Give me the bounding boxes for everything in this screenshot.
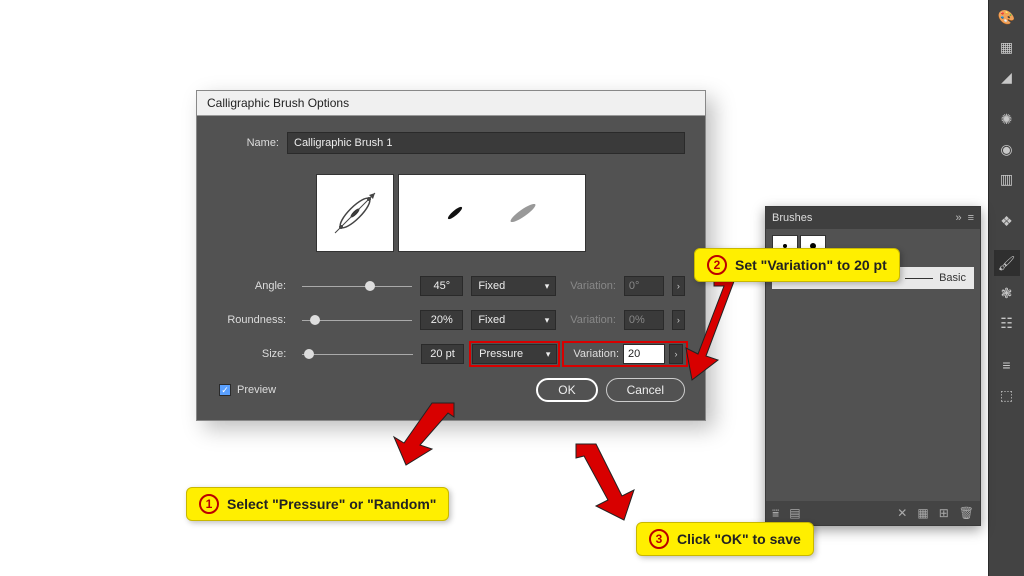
new-brush-icon[interactable]: ⊞	[939, 506, 949, 520]
panel-menu-icon[interactable]: ≡	[968, 212, 974, 224]
transform-icon[interactable]: ⬚	[994, 382, 1020, 408]
graphic-styles-icon[interactable]: ▥	[994, 166, 1020, 192]
brush-name-input[interactable]	[287, 132, 685, 154]
swatch-icon[interactable]: ▦	[994, 34, 1020, 60]
cancel-button[interactable]: Cancel	[606, 378, 685, 402]
brush-stroke-preview	[398, 174, 586, 252]
basic-stroke-icon	[905, 278, 933, 279]
name-label: Name:	[217, 137, 287, 149]
chevron-down-icon: ▾	[546, 349, 551, 360]
angle-mode-dropdown[interactable]: Fixed▾	[471, 276, 556, 296]
chevron-down-icon: ▾	[545, 315, 550, 326]
roundness-variation-stepper: ›	[672, 310, 685, 330]
gradient-icon[interactable]: ◢	[994, 64, 1020, 90]
size-variation-input[interactable]: 20	[623, 344, 665, 364]
callout-2: 2 Set "Variation" to 20 pt	[694, 248, 900, 282]
collapse-icon[interactable]: »	[955, 212, 961, 224]
angle-indicator-icon	[327, 185, 383, 241]
align-icon[interactable]: ☷	[994, 310, 1020, 336]
callout-number: 1	[199, 494, 219, 514]
angle-value[interactable]: 45°	[420, 276, 463, 296]
dialog-title: Calligraphic Brush Options	[197, 91, 705, 116]
angle-label: Angle:	[217, 280, 294, 292]
callout-text: Click "OK" to save	[677, 531, 801, 547]
stroke-sample-icon	[506, 204, 540, 222]
angle-slider[interactable]	[302, 281, 412, 291]
roundness-slider[interactable]	[302, 315, 412, 325]
app-right-toolbar: 🎨 ▦ ◢ ✺ ◉ ▥ ❖ 🖌 ❃ ☷ ≡ ⬚	[988, 0, 1024, 576]
stroke-sample-icon	[444, 206, 466, 220]
brush-basic-label: Basic	[939, 272, 966, 284]
delete-brush-icon[interactable]: 🗑	[959, 506, 974, 520]
stroke-icon[interactable]: ≡	[994, 352, 1020, 378]
brush-preview	[217, 174, 685, 252]
size-variation-stepper[interactable]: ›	[669, 344, 683, 364]
callout-text: Set "Variation" to 20 pt	[735, 257, 887, 273]
size-slider[interactable]	[302, 349, 413, 359]
libraries-icon[interactable]: ⩸	[772, 506, 779, 521]
angle-variation-label: Variation:	[570, 280, 616, 292]
callout-number: 3	[649, 529, 669, 549]
callout-1: 1 Select "Pressure" or "Random"	[186, 487, 449, 521]
color-icon[interactable]: 🎨	[994, 4, 1020, 30]
brushes-panel-title: Brushes	[772, 212, 955, 224]
callout-number: 2	[707, 255, 727, 275]
size-label: Size:	[217, 348, 294, 360]
brush-options-dialog: Calligraphic Brush Options Name:	[196, 90, 706, 421]
callout-3: 3 Click "OK" to save	[636, 522, 814, 556]
layers-icon[interactable]: ❖	[994, 208, 1020, 234]
library-menu-icon[interactable]: ▤	[789, 506, 800, 520]
angle-variation-stepper: ›	[672, 276, 685, 296]
roundness-variation-label: Variation:	[570, 314, 616, 326]
roundness-value[interactable]: 20%	[420, 310, 463, 330]
chevron-down-icon: ▾	[545, 281, 550, 292]
remove-stroke-icon[interactable]: ✕	[897, 506, 907, 520]
size-variation-label: Variation:	[573, 348, 619, 360]
brush-angle-preview[interactable]	[316, 174, 394, 252]
gear-icon[interactable]: ✺	[994, 106, 1020, 132]
preview-checkbox-label: Preview	[237, 384, 276, 396]
preview-checkbox[interactable]: ✓ Preview	[219, 384, 276, 396]
callout-text: Select "Pressure" or "Random"	[227, 496, 436, 512]
roundness-variation-value: 0%	[624, 310, 664, 330]
brushes-panel-header: Brushes » ≡	[766, 207, 980, 229]
size-value[interactable]: 20 pt	[421, 344, 464, 364]
ok-button[interactable]: OK	[536, 378, 597, 402]
angle-variation-value: 0°	[624, 276, 664, 296]
annotation-arrow	[568, 442, 638, 522]
appearance-icon[interactable]: ◉	[994, 136, 1020, 162]
brushes-icon[interactable]: 🖌	[994, 250, 1020, 276]
options-icon[interactable]: ▦	[917, 506, 928, 520]
roundness-label: Roundness:	[217, 314, 294, 326]
symbols-icon[interactable]: ❃	[994, 280, 1020, 306]
roundness-mode-dropdown[interactable]: Fixed▾	[471, 310, 556, 330]
size-mode-dropdown[interactable]: Pressure▾	[472, 344, 557, 364]
